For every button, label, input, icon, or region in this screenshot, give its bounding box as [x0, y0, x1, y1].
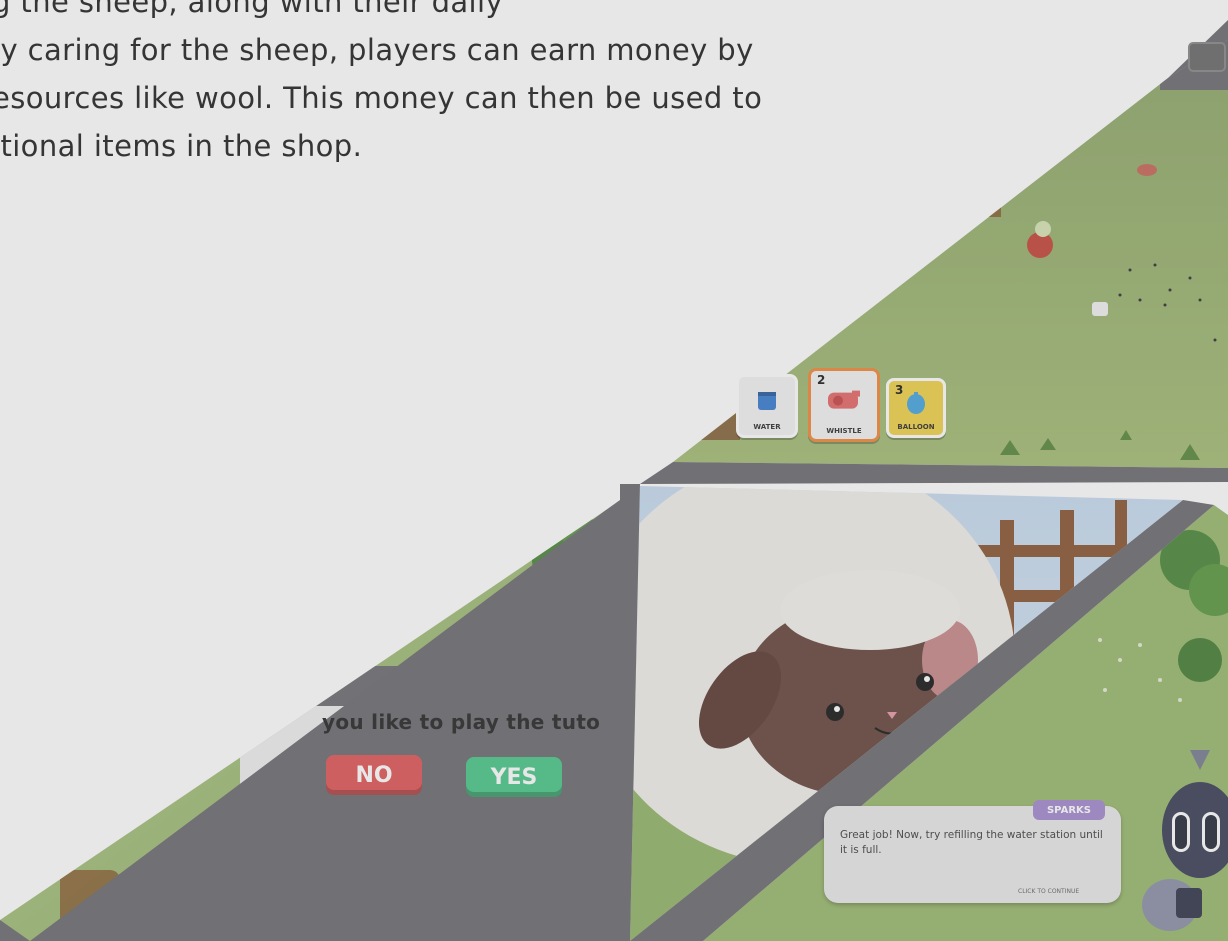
menu-button[interactable] — [1188, 42, 1226, 72]
hotbar-slot-water[interactable]: WATER — [736, 374, 798, 438]
balloon-icon — [904, 390, 928, 420]
yes-button[interactable]: YES — [466, 757, 562, 797]
water-bucket-icon — [754, 388, 780, 418]
hotbar-slot-label: WHISTLE — [826, 427, 862, 435]
hotbar-slot-label: WATER — [753, 423, 781, 431]
speaker-tag: SPARKS — [1033, 800, 1105, 820]
hotbar-slot-number: 3 — [895, 383, 904, 397]
continue-hint[interactable]: CLICK TO CONTINUE — [1018, 888, 1079, 895]
hotbar-slot-label: BALLOON — [897, 423, 935, 431]
dialog-text: Great job! Now, try refilling the water … — [840, 829, 1103, 856]
whistle-icon — [824, 385, 864, 419]
hotbar-slot-whistle[interactable]: 2 WHISTLE — [808, 368, 880, 442]
hotbar-slot-balloon[interactable]: 3 BALLOON — [886, 378, 946, 438]
tutorial-question: you like to play the tuto — [322, 710, 601, 734]
no-button[interactable]: NO — [326, 755, 422, 795]
